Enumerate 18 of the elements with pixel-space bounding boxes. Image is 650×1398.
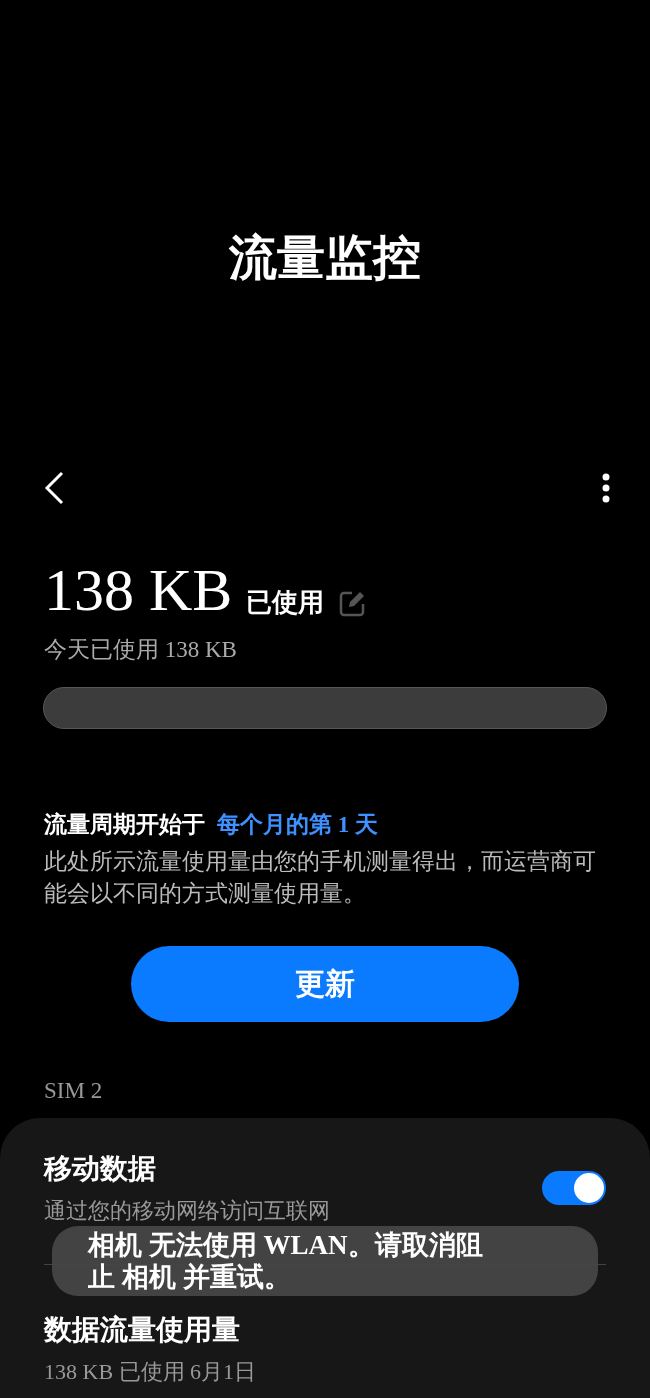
setting-subtitle: 138 KB 已使用 6月1日 (44, 1358, 257, 1386)
usage-suffix: 已使用 (246, 587, 325, 619)
setting-title[interactable]: 数据流量使用量 (44, 1311, 257, 1349)
page-title: 流量监控 (229, 229, 421, 286)
toggle-switch[interactable] (542, 1171, 606, 1205)
error-toast: 相机 无法使用 WLAN。请取消阻止 相机 并重试。 (52, 1226, 598, 1296)
cycle-label: 流量周期开始于 (44, 811, 205, 839)
setting-subtitle: 通过您的移动网络访问互联网 (44, 1197, 330, 1225)
more-options-icon[interactable] (602, 473, 610, 503)
usage-amount: 138 KB (44, 558, 233, 622)
back-icon[interactable] (44, 471, 64, 505)
cycle-start-link[interactable]: 每个月的第 1 天 (217, 809, 378, 840)
today-usage: 今天已使用 138 KB (43, 636, 238, 664)
setting-title[interactable]: 移动数据 (44, 1150, 330, 1188)
update-button[interactable]: 更新 (131, 946, 519, 1022)
edit-icon[interactable] (338, 590, 367, 618)
usage-description: 此处所示流量使用量由您的手机测量得出，而运营商可能会以不同的方式测量使用量。 (43, 848, 597, 908)
section-label: SIM 2 (43, 1078, 104, 1104)
